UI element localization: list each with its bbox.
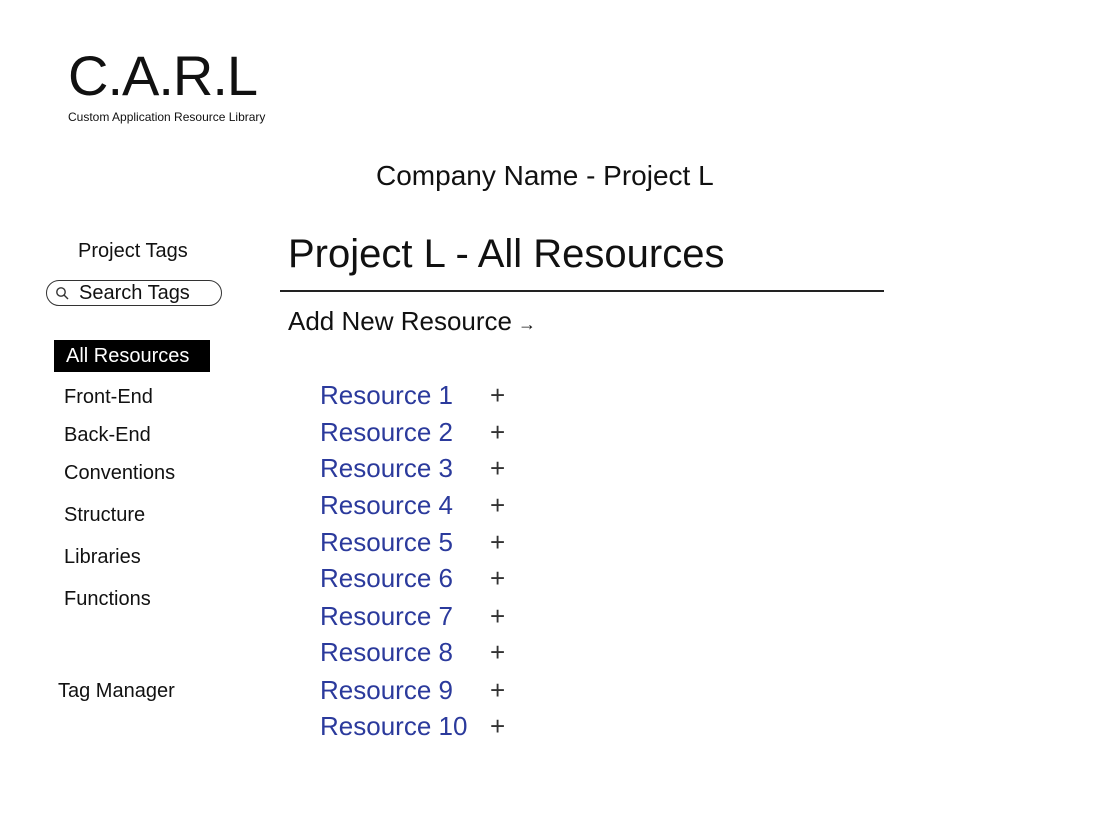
- tag-item-structure[interactable]: Structure: [64, 504, 145, 527]
- plus-icon[interactable]: +: [490, 380, 505, 411]
- add-new-resource-label: Add New Resource: [288, 306, 512, 336]
- resource-link[interactable]: Resource 1: [320, 380, 453, 411]
- search-tags-input[interactable]: Search Tags: [46, 280, 222, 306]
- resource-row: Resource 8 +: [320, 637, 505, 668]
- plus-icon[interactable]: +: [490, 453, 505, 484]
- plus-icon[interactable]: +: [490, 711, 505, 742]
- tag-item-back-end[interactable]: Back-End: [64, 424, 151, 447]
- tag-item-libraries[interactable]: Libraries: [64, 546, 141, 569]
- logo: C.A.R.L Custom Application Resource Libr…: [68, 44, 266, 125]
- project-tags-heading: Project Tags: [78, 240, 188, 262]
- resource-link[interactable]: Resource 7: [320, 601, 453, 632]
- search-icon: [56, 287, 69, 300]
- tag-all-resources[interactable]: All Resources: [54, 340, 210, 372]
- title-divider: [280, 290, 884, 292]
- resource-link[interactable]: Resource 2: [320, 417, 453, 448]
- resource-link[interactable]: Resource 3: [320, 453, 453, 484]
- resource-row: Resource 6 +: [320, 563, 505, 594]
- resource-link[interactable]: Resource 9: [320, 675, 453, 706]
- resource-row: Resource 9 +: [320, 675, 505, 706]
- resource-link[interactable]: Resource 5: [320, 527, 453, 558]
- plus-icon[interactable]: +: [490, 417, 505, 448]
- logo-title: C.A.R.L: [68, 44, 258, 107]
- resource-row: Resource 4 +: [320, 490, 505, 521]
- logo-subtitle: Custom Application Resource Library: [68, 110, 266, 124]
- resource-link[interactable]: Resource 6: [320, 563, 453, 594]
- company-project-title: Company Name - Project L: [376, 160, 714, 191]
- page-title: Project L - All Resources: [288, 232, 725, 276]
- search-tags-label: Search Tags: [79, 281, 190, 304]
- resource-link[interactable]: Resource 10: [320, 711, 467, 742]
- resource-row: Resource 5 +: [320, 527, 505, 558]
- plus-icon[interactable]: +: [490, 601, 505, 632]
- plus-icon[interactable]: +: [490, 637, 505, 668]
- plus-icon[interactable]: +: [490, 563, 505, 594]
- tag-item-conventions[interactable]: Conventions: [64, 462, 175, 485]
- tag-item-front-end[interactable]: Front-End: [64, 386, 153, 409]
- add-new-resource-link[interactable]: Add New Resource →: [288, 306, 536, 337]
- plus-icon[interactable]: +: [490, 527, 505, 558]
- tag-manager-link[interactable]: Tag Manager: [58, 680, 175, 703]
- resource-row: Resource 3 +: [320, 453, 505, 484]
- plus-icon[interactable]: +: [490, 675, 505, 706]
- resource-row: Resource 2 +: [320, 417, 505, 448]
- resource-link[interactable]: Resource 4: [320, 490, 453, 521]
- resource-row: Resource 1 +: [320, 380, 505, 411]
- plus-icon[interactable]: +: [490, 490, 505, 521]
- resource-row: Resource 10 +: [320, 711, 505, 742]
- resource-link[interactable]: Resource 8: [320, 637, 453, 668]
- tag-item-functions[interactable]: Functions: [64, 588, 151, 611]
- arrow-right-icon: →: [518, 314, 536, 334]
- resource-row: Resource 7 +: [320, 601, 505, 632]
